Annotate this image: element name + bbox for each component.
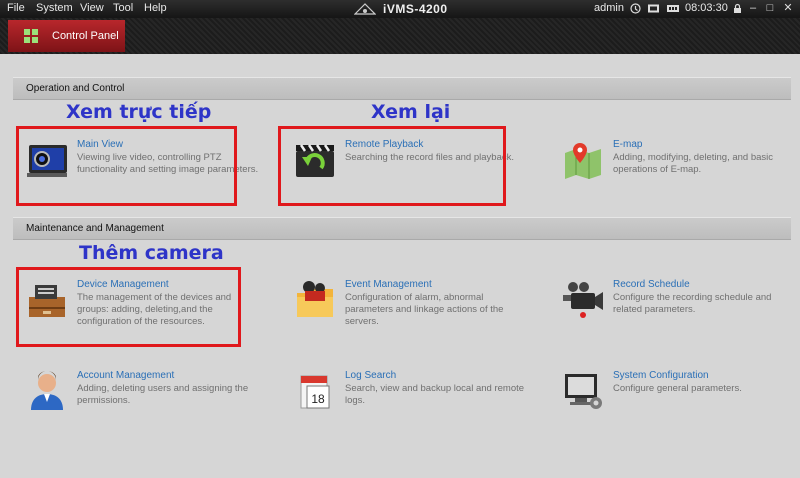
tab-label: Control Panel <box>52 30 119 42</box>
module-record-schedule[interactable]: Record Schedule Configure the recording … <box>561 279 791 339</box>
menu-system[interactable]: System <box>36 2 73 14</box>
calendar-log-icon: 18 <box>300 375 330 409</box>
app-title: iVMS-4200 <box>383 2 448 16</box>
tab-control-panel[interactable]: Control Panel <box>8 20 125 52</box>
annotation-label-playback: Xem lại <box>371 101 451 123</box>
app-logo-icon <box>354 3 376 15</box>
module-title: Event Management <box>345 279 432 290</box>
tab-bar: Control Panel <box>0 18 800 54</box>
menu-tool[interactable]: Tool <box>113 2 133 14</box>
ram-icon <box>667 5 679 12</box>
alarm-icon[interactable] <box>630 3 641 14</box>
user-icon <box>31 371 63 410</box>
module-title: System Configuration <box>613 370 709 381</box>
section-maintenance-and-management: Maintenance and Management <box>13 217 791 240</box>
menu-bar: File System View Tool Help iVMS-4200 adm… <box>0 0 800 18</box>
grid-icon <box>24 29 38 43</box>
menu-view[interactable]: View <box>80 2 104 14</box>
close-icon[interactable]: ✕ <box>782 2 794 14</box>
module-description: Configure the recording schedule and rel… <box>613 292 772 315</box>
module-description: Adding, deleting users and assigning the… <box>77 383 249 406</box>
clock: 08:03:30 <box>685 2 728 14</box>
svg-text:18: 18 <box>311 392 325 406</box>
annotation-box-device-management <box>16 267 241 347</box>
maximize-icon[interactable]: □ <box>764 2 776 14</box>
lock-icon[interactable] <box>732 3 743 14</box>
annotation-label-live-view: Xem trực tiếp <box>66 101 212 123</box>
module-title: E-map <box>613 139 643 150</box>
folder-camera-icon <box>297 281 333 317</box>
module-event-management[interactable]: Event Management Configuration of alarm,… <box>293 279 523 339</box>
annotation-box-remote-playback <box>278 126 506 206</box>
module-account-management[interactable]: Account Management Adding, deleting user… <box>25 370 255 430</box>
module-title: Account Management <box>77 370 175 381</box>
annotation-label-add-camera: Thêm camera <box>79 242 224 264</box>
menu-help[interactable]: Help <box>144 2 167 14</box>
module-log-search[interactable]: 18 Log Search Search, view and backup lo… <box>293 370 524 430</box>
video-camera-icon <box>563 282 603 318</box>
annotation-box-main-view <box>16 126 237 206</box>
module-description: Adding, modifying, deleting, and basic o… <box>613 152 774 175</box>
module-description: Configure general parameters. <box>613 383 742 394</box>
computer-gear-icon <box>565 374 602 409</box>
module-system-configuration[interactable]: System Configuration Configure general p… <box>561 370 791 430</box>
map-pin-icon <box>565 143 601 179</box>
menu-file[interactable]: File <box>7 2 25 14</box>
module-description: Configuration of alarm, abnormal paramet… <box>345 292 504 327</box>
control-panel-content: Operation and Control Main View Viewing … <box>0 54 800 478</box>
module-e-map[interactable]: E-map Adding, modifying, deleting, and b… <box>561 139 791 199</box>
section-operation-and-control: Operation and Control <box>13 77 791 100</box>
cpu-icon <box>648 4 659 13</box>
current-user: admin <box>594 2 624 14</box>
module-title: Record Schedule <box>613 279 690 290</box>
minimize-icon[interactable]: – <box>747 2 759 14</box>
module-description: Search, view and backup local and remote… <box>345 383 525 406</box>
module-title: Log Search <box>345 370 397 381</box>
